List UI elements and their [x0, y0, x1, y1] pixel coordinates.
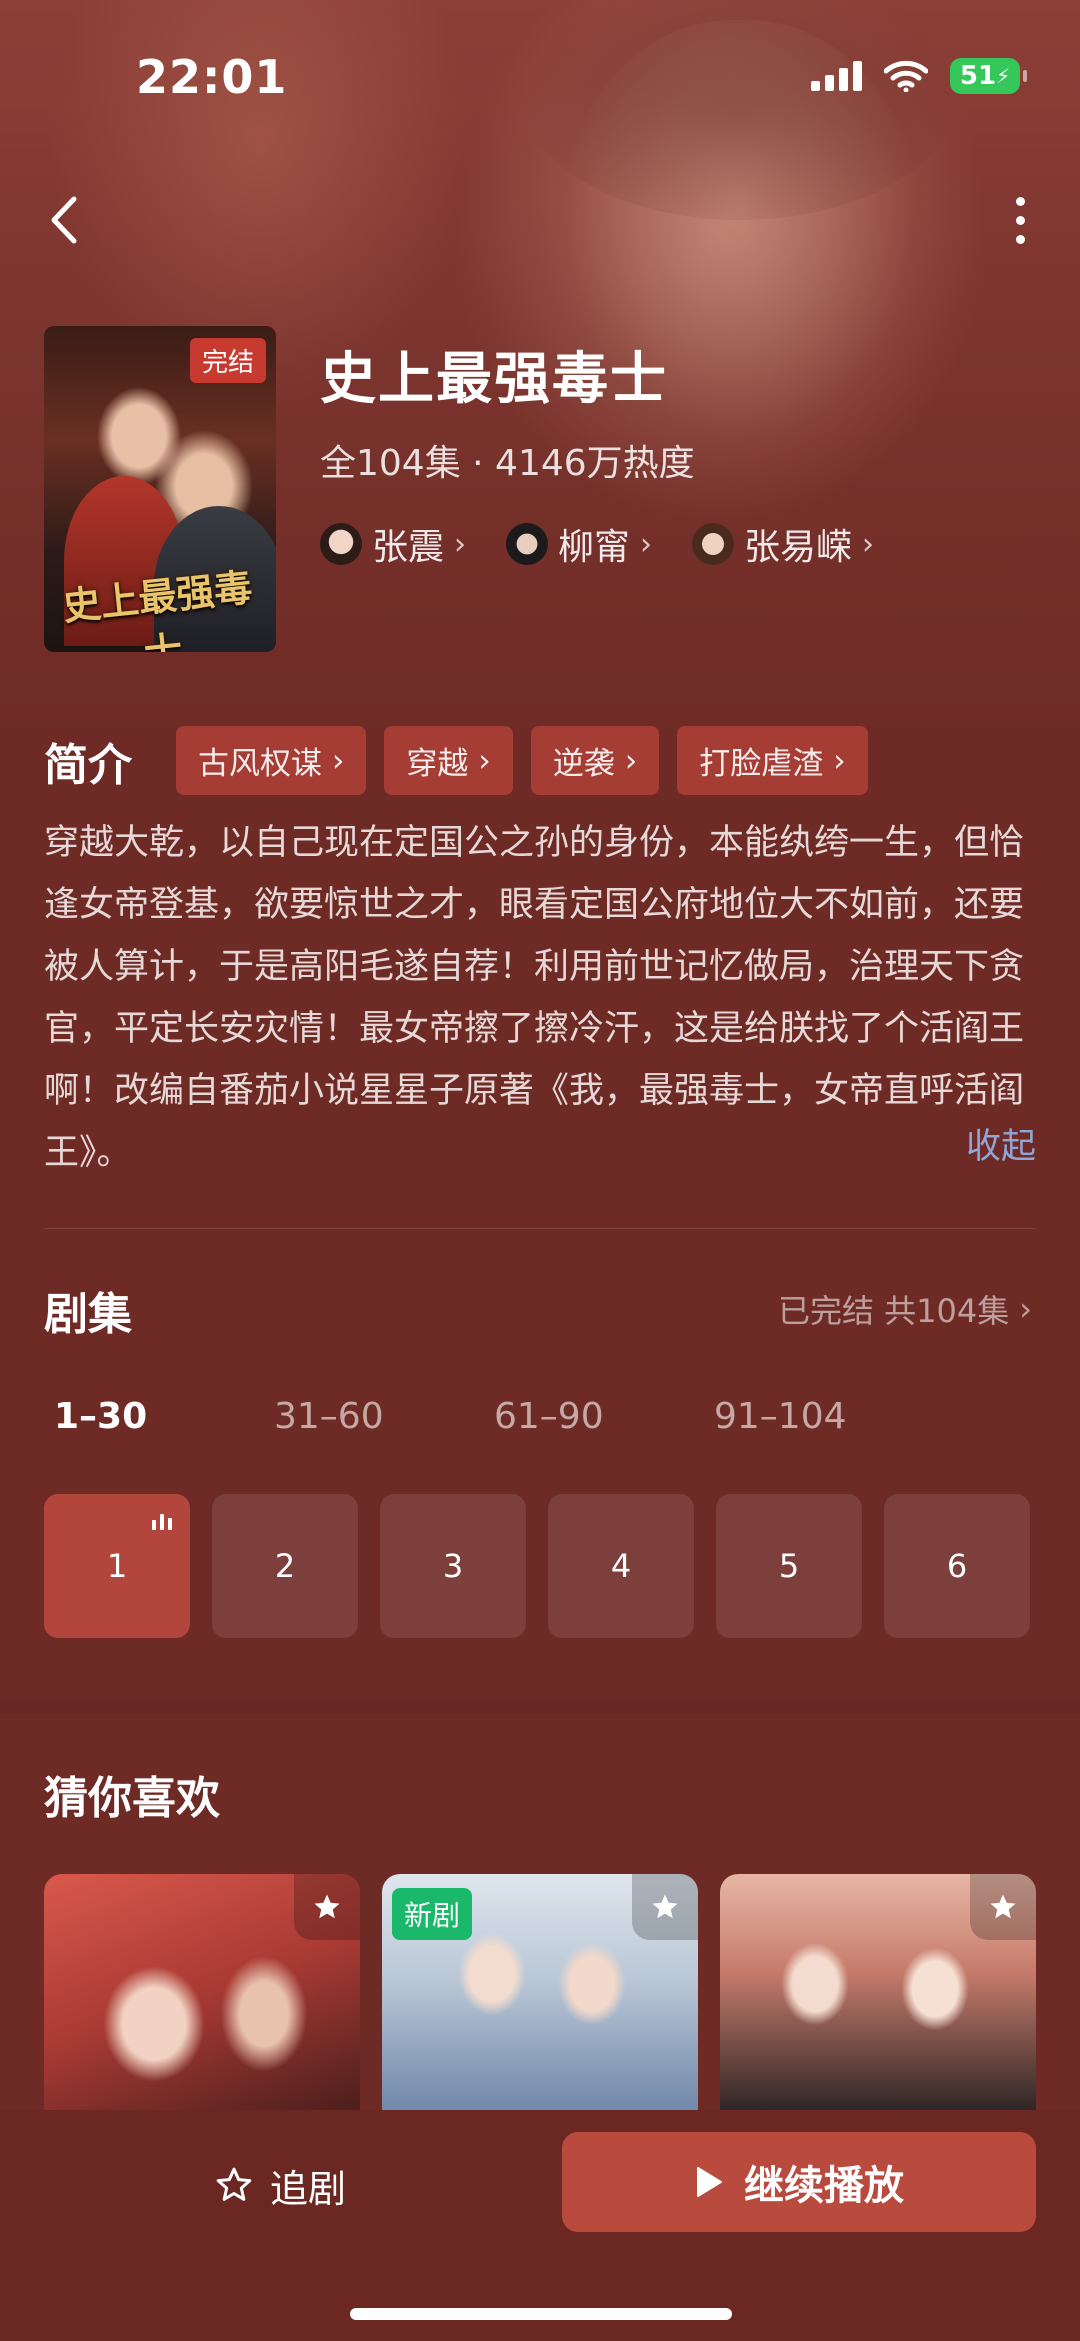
back-button[interactable]: [48, 190, 98, 250]
status-icons: 51 ⚡: [811, 58, 1027, 94]
battery-level: 51: [959, 61, 997, 91]
home-indicator[interactable]: [350, 2308, 732, 2320]
episodes-title: 剧集: [44, 1289, 132, 1340]
cast-item[interactable]: 张易嵘 ›: [692, 518, 874, 570]
cast-name: 张震: [372, 527, 445, 568]
chevron-left-icon: [51, 196, 77, 244]
episode-range-tabs: 1–30 31–60 61–90 91–104: [54, 1396, 934, 1437]
wifi-icon: [884, 60, 928, 92]
chevron-right-icon: ›: [1019, 1290, 1032, 1328]
favorite-star-icon[interactable]: [294, 1874, 360, 1940]
chevron-right-icon: ›: [454, 526, 467, 562]
chevron-right-icon: ›: [862, 526, 875, 562]
episode-button[interactable]: 6: [884, 1494, 1030, 1638]
favorite-star-icon[interactable]: [632, 1874, 698, 1940]
tag-label: 古风权谋: [198, 746, 322, 782]
star-outline-icon: [216, 2167, 252, 2201]
cast-name: 柳甯: [558, 527, 631, 568]
more-options-button[interactable]: [1000, 190, 1040, 250]
genre-tag[interactable]: 打脸虐渣 ›: [677, 726, 868, 795]
genre-tag[interactable]: 穿越 ›: [384, 726, 513, 795]
episodes-status-link[interactable]: 已完结 共104集 ›: [778, 1286, 1032, 1332]
episode-number: 3: [442, 1547, 464, 1585]
episodes-status: 已完结 共104集: [777, 1292, 1010, 1330]
tab-range-31-60[interactable]: 31–60: [274, 1396, 494, 1437]
chevron-right-icon: ›: [624, 742, 638, 779]
episode-number: 4: [610, 1547, 632, 1585]
intro-header: 简介 古风权谋 › 穿越 › 逆袭 › 打脸虐渣 ›: [44, 726, 868, 795]
continue-play-button[interactable]: 继续播放: [562, 2132, 1036, 2232]
favorite-star-icon[interactable]: [970, 1874, 1036, 1940]
recommend-list: 新剧: [44, 1874, 1036, 2114]
recommend-card[interactable]: [720, 1874, 1036, 2114]
now-playing-icon: [152, 1514, 172, 1530]
episode-number: 6: [946, 1547, 968, 1585]
follow-button[interactable]: 追剧: [44, 2136, 516, 2234]
episode-grid: 1 2 3 4 5 6: [44, 1494, 1030, 1638]
episode-button[interactable]: 3: [380, 1494, 526, 1638]
chevron-right-icon: ›: [332, 742, 345, 779]
episode-button[interactable]: 1: [44, 1494, 190, 1638]
cast-item[interactable]: 柳甯 ›: [506, 518, 652, 570]
episode-button[interactable]: 2: [212, 1494, 358, 1638]
show-meta: 全104集 · 4146万热度: [320, 443, 695, 484]
avatar: [506, 523, 549, 565]
section-separator: [0, 1700, 1080, 1714]
genre-tag[interactable]: 逆袭 ›: [530, 726, 660, 795]
cast-list: 张震 › 柳甯 › 张易嵘 ›: [320, 518, 874, 570]
new-drama-badge: 新剧: [392, 1888, 473, 1940]
follow-label: 追剧: [269, 2166, 346, 2211]
tab-range-61-90[interactable]: 61–90: [494, 1396, 714, 1437]
recommend-card[interactable]: [44, 1874, 360, 2114]
drama-detail-page: 22:01 51 ⚡ 史上最强毒士 完结 史上最强毒士 全104集 · 4146万…: [0, 0, 1080, 2341]
cellular-signal-icon: [811, 61, 862, 91]
show-title: 史上最强毒士: [320, 347, 668, 412]
tab-range-91-104[interactable]: 91–104: [714, 1396, 934, 1437]
more-dot-icon: [1015, 196, 1025, 206]
completed-badge: 完结: [189, 338, 266, 383]
avatar: [320, 523, 362, 565]
more-dot-icon: [1015, 215, 1025, 225]
episode-number: 5: [778, 1547, 800, 1585]
episode-button[interactable]: 5: [716, 1494, 862, 1638]
play-label: 继续播放: [744, 2163, 904, 2209]
divider: [44, 1228, 1036, 1229]
synopsis-text: 穿越大乾，以自己现在定国公之孙的身份，本能纨绔一生，但恰逢女帝登基，欲要惊世之才…: [44, 823, 1025, 1173]
show-poster[interactable]: 史上最强毒士 完结: [44, 326, 276, 652]
genre-tag[interactable]: 古风权谋 ›: [176, 726, 367, 795]
more-dot-icon: [1015, 234, 1025, 244]
tag-label: 逆袭: [552, 746, 615, 782]
intro-label: 简介: [44, 739, 132, 791]
cast-name: 张易嵘: [744, 527, 853, 568]
tag-label: 打脸虐渣: [699, 746, 824, 782]
recommend-card[interactable]: 新剧: [382, 1874, 698, 2114]
cast-item[interactable]: 张震 ›: [320, 518, 466, 570]
recommend-title: 猜你喜欢: [44, 1773, 220, 1824]
tag-label: 穿越: [406, 746, 469, 782]
chevron-right-icon: ›: [478, 742, 491, 779]
episode-number: 2: [274, 1547, 296, 1585]
collapse-link[interactable]: 收起: [966, 1118, 1036, 1169]
episode-button[interactable]: 4: [548, 1494, 694, 1638]
play-icon: [697, 2167, 722, 2197]
status-time: 22:01: [136, 50, 288, 104]
chevron-right-icon: ›: [833, 742, 846, 779]
battery-icon: 51 ⚡: [950, 58, 1027, 94]
avatar: [692, 523, 735, 565]
episode-number: 1: [106, 1547, 128, 1585]
tab-range-1-30[interactable]: 1–30: [54, 1396, 274, 1437]
chevron-right-icon: ›: [640, 526, 653, 562]
